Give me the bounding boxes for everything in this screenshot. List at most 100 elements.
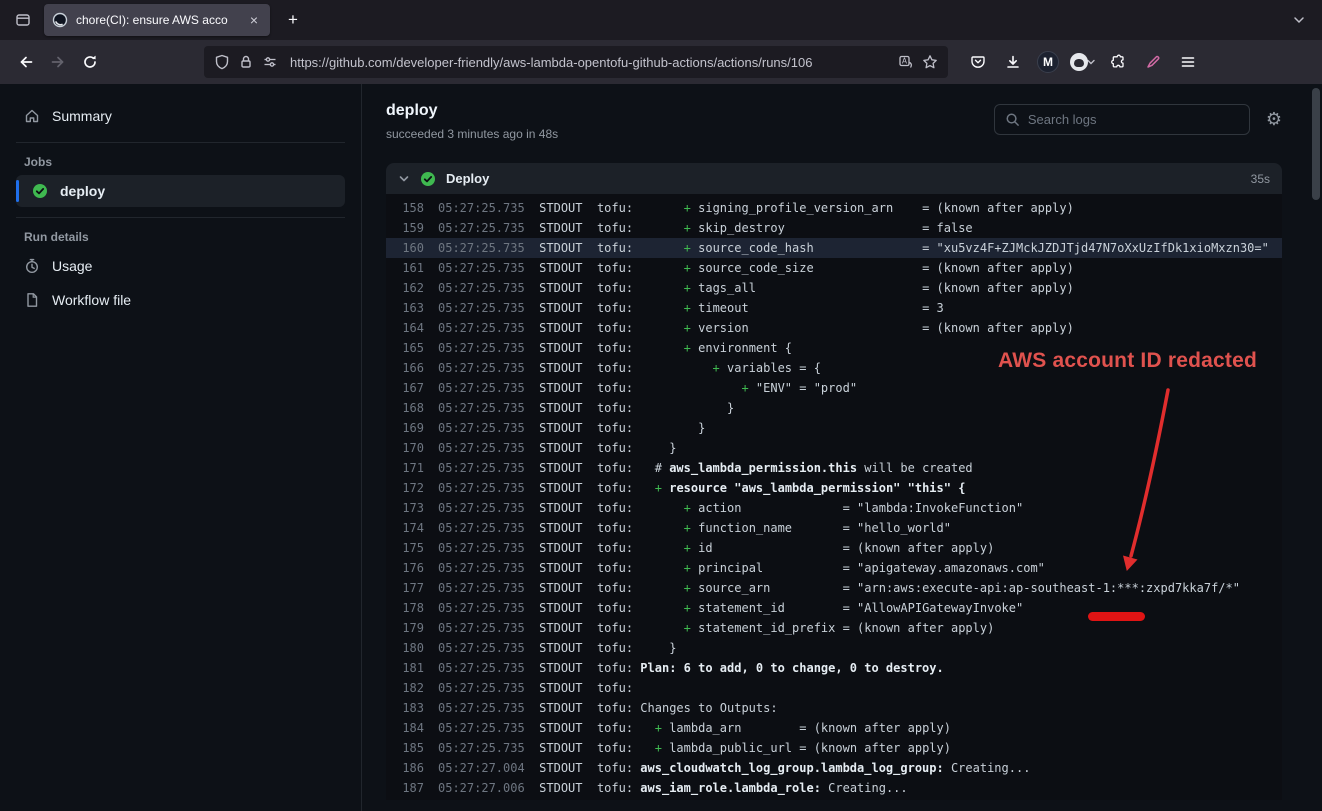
log-line[interactable]: 168 05:27:25.735 STDOUT tofu: } [386, 398, 1282, 418]
list-all-tabs-button[interactable] [1284, 5, 1314, 35]
log-line[interactable]: 18505:27:25.735 STDOUT tofu: + lambda_pu… [386, 738, 1282, 758]
line-number[interactable]: 168 [386, 398, 424, 418]
line-number[interactable]: 165 [386, 338, 424, 358]
log-line[interactable]: 18605:27:27.004 STDOUT tofu: aws_cloudwa… [386, 758, 1282, 778]
line-number[interactable]: 172 [386, 478, 424, 498]
log-line-text: 05:27:25.735 STDOUT tofu: + function_nam… [438, 518, 951, 538]
reload-button[interactable] [74, 46, 106, 78]
line-number[interactable]: 160 [386, 238, 424, 258]
line-number[interactable]: 175 [386, 538, 424, 558]
log-line-text: 05:27:25.735 STDOUT tofu: } [438, 438, 676, 458]
line-number[interactable]: 163 [386, 298, 424, 318]
line-number[interactable]: 170 [386, 438, 424, 458]
log-settings-gear-icon[interactable]: ⚙ [1266, 111, 1282, 129]
log-line[interactable]: 16105:27:25.735 STDOUT tofu: + source_co… [386, 258, 1282, 278]
line-number[interactable]: 171 [386, 458, 424, 478]
new-tab-button[interactable]: + [278, 5, 308, 35]
sidebar-item-job-deploy[interactable]: deploy [16, 175, 345, 207]
log-line[interactable]: 16405:27:25.735 STDOUT tofu: + version =… [386, 318, 1282, 338]
line-number[interactable]: 167 [386, 378, 424, 398]
check-circle-icon [420, 171, 436, 187]
line-number[interactable]: 178 [386, 598, 424, 618]
line-number[interactable]: 179 [386, 618, 424, 638]
permissions-icon[interactable] [262, 54, 278, 70]
github-extension-button[interactable] [1067, 46, 1099, 78]
line-number[interactable]: 181 [386, 658, 424, 678]
log-line[interactable]: 15905:27:25.735 STDOUT tofu: + skip_dest… [386, 218, 1282, 238]
line-number[interactable]: 164 [386, 318, 424, 338]
sidebar-item-workflow-file[interactable]: Workflow file [16, 284, 345, 316]
log-line[interactable]: 17305:27:25.735 STDOUT tofu: + action = … [386, 498, 1282, 518]
line-number[interactable]: 180 [386, 638, 424, 658]
line-number[interactable]: 166 [386, 358, 424, 378]
log-line[interactable]: 170 05:27:25.735 STDOUT tofu: } [386, 438, 1282, 458]
log-line[interactable]: 18105:27:25.735 STDOUT tofu: Plan: 6 to … [386, 658, 1282, 678]
tab-close-icon[interactable]: × [246, 11, 262, 29]
line-number[interactable]: 162 [386, 278, 424, 298]
log-line[interactable]: 162 05:27:25.735 STDOUT tofu: + tags_all … [386, 278, 1282, 298]
firefox-view-button[interactable] [8, 5, 38, 35]
log-line[interactable]: 17905:27:25.735 STDOUT tofu: + statement… [386, 618, 1282, 638]
line-number[interactable]: 174 [386, 518, 424, 538]
line-number[interactable]: 169 [386, 418, 424, 438]
tab-title: chore(CI): ensure AWS acco [76, 13, 242, 27]
highlighter-pen-button[interactable] [1137, 46, 1169, 78]
log-line[interactable]: 171 05:27:25.735 STDOUT tofu: # aws_lambd… [386, 458, 1282, 478]
url-text[interactable]: https://github.com/developer-friendly/aw… [290, 55, 890, 70]
line-number[interactable]: 176 [386, 558, 424, 578]
downloads-button[interactable] [997, 46, 1029, 78]
log-line-text: 05:27:25.735 STDOUT tofu: + source_arn =… [438, 578, 1240, 598]
log-line[interactable]: 17205:27:25.735 STDOUT tofu: + resource … [386, 478, 1282, 498]
browser-tab[interactable]: chore(CI): ensure AWS acco × [44, 4, 270, 36]
pocket-button[interactable] [962, 46, 994, 78]
log-line[interactable]: 17505:27:25.735 STDOUT tofu: + id = (kno… [386, 538, 1282, 558]
log-line[interactable]: 18305:27:25.735 STDOUT tofu: Changes to … [386, 698, 1282, 718]
lock-icon[interactable] [238, 54, 254, 70]
account-avatar-button[interactable]: M [1032, 46, 1064, 78]
log-line-text: 05:27:25.735 STDOUT tofu: } [438, 638, 676, 658]
log-line[interactable]: 16005:27:25.735 STDOUT tofu: + source_co… [386, 238, 1282, 258]
back-button[interactable] [10, 46, 42, 78]
line-number[interactable]: 184 [386, 718, 424, 738]
line-number[interactable]: 183 [386, 698, 424, 718]
page-scrollbar[interactable] [1312, 88, 1320, 200]
log-line[interactable]: 177 05:27:25.735 STDOUT tofu: + source_ar… [386, 578, 1282, 598]
search-logs-box[interactable] [994, 104, 1250, 135]
extensions-button[interactable] [1102, 46, 1134, 78]
line-number[interactable]: 159 [386, 218, 424, 238]
line-number[interactable]: 173 [386, 498, 424, 518]
log-line[interactable]: 18205:27:25.735 STDOUT tofu: [386, 678, 1282, 698]
log-line-text: 05:27:25.735 STDOUT tofu: # aws_lambda_p… [438, 458, 973, 478]
log-group-header[interactable]: Deploy 35s [386, 163, 1282, 194]
line-number[interactable]: 185 [386, 738, 424, 758]
log-line[interactable]: 16705:27:25.735 STDOUT tofu: + "ENV" = "… [386, 378, 1282, 398]
log-line[interactable]: 16305:27:25.735 STDOUT tofu: + timeout =… [386, 298, 1282, 318]
sidebar-item-usage[interactable]: Usage [16, 250, 345, 282]
log-line[interactable]: 17805:27:25.735 STDOUT tofu: + statement… [386, 598, 1282, 618]
log-line[interactable]: 18405:27:25.735 STDOUT tofu: + lambda_ar… [386, 718, 1282, 738]
line-number[interactable]: 187 [386, 778, 424, 798]
search-logs-input[interactable] [1028, 112, 1239, 127]
url-bar[interactable]: https://github.com/developer-friendly/aw… [204, 46, 948, 78]
line-number[interactable]: 177 [386, 578, 424, 598]
bookmark-star-icon[interactable] [922, 54, 938, 70]
log-line[interactable]: 158 05:27:25.735 STDOUT tofu: + signing_p… [386, 198, 1282, 218]
check-circle-icon [32, 183, 48, 199]
job-status-text: succeeded 3 minutes ago in 48s [386, 127, 558, 141]
sidebar-item-summary[interactable]: Summary [16, 100, 345, 132]
line-number[interactable]: 161 [386, 258, 424, 278]
log-line-text: 05:27:25.735 STDOUT tofu: + tags_all = (… [438, 278, 1074, 298]
log-line[interactable]: 17605:27:25.735 STDOUT tofu: + principal… [386, 558, 1282, 578]
app-menu-button[interactable] [1172, 46, 1204, 78]
log-line[interactable]: 16905:27:25.735 STDOUT tofu: } [386, 418, 1282, 438]
line-number[interactable]: 186 [386, 758, 424, 778]
log-line[interactable]: 174 05:27:25.735 STDOUT tofu: + function_… [386, 518, 1282, 538]
log-line[interactable]: 180 05:27:25.735 STDOUT tofu: } [386, 638, 1282, 658]
log-line-text: 05:27:25.735 STDOUT tofu: } [438, 398, 734, 418]
log-line[interactable]: 18705:27:27.006 STDOUT tofu: aws_iam_rol… [386, 778, 1282, 798]
translate-icon[interactable]: A [898, 54, 914, 70]
line-number[interactable]: 182 [386, 678, 424, 698]
log-line-text: 05:27:25.735 STDOUT tofu: + signing_prof… [438, 198, 1074, 218]
line-number[interactable]: 158 [386, 198, 424, 218]
tracking-protection-shield-icon[interactable] [214, 54, 230, 70]
